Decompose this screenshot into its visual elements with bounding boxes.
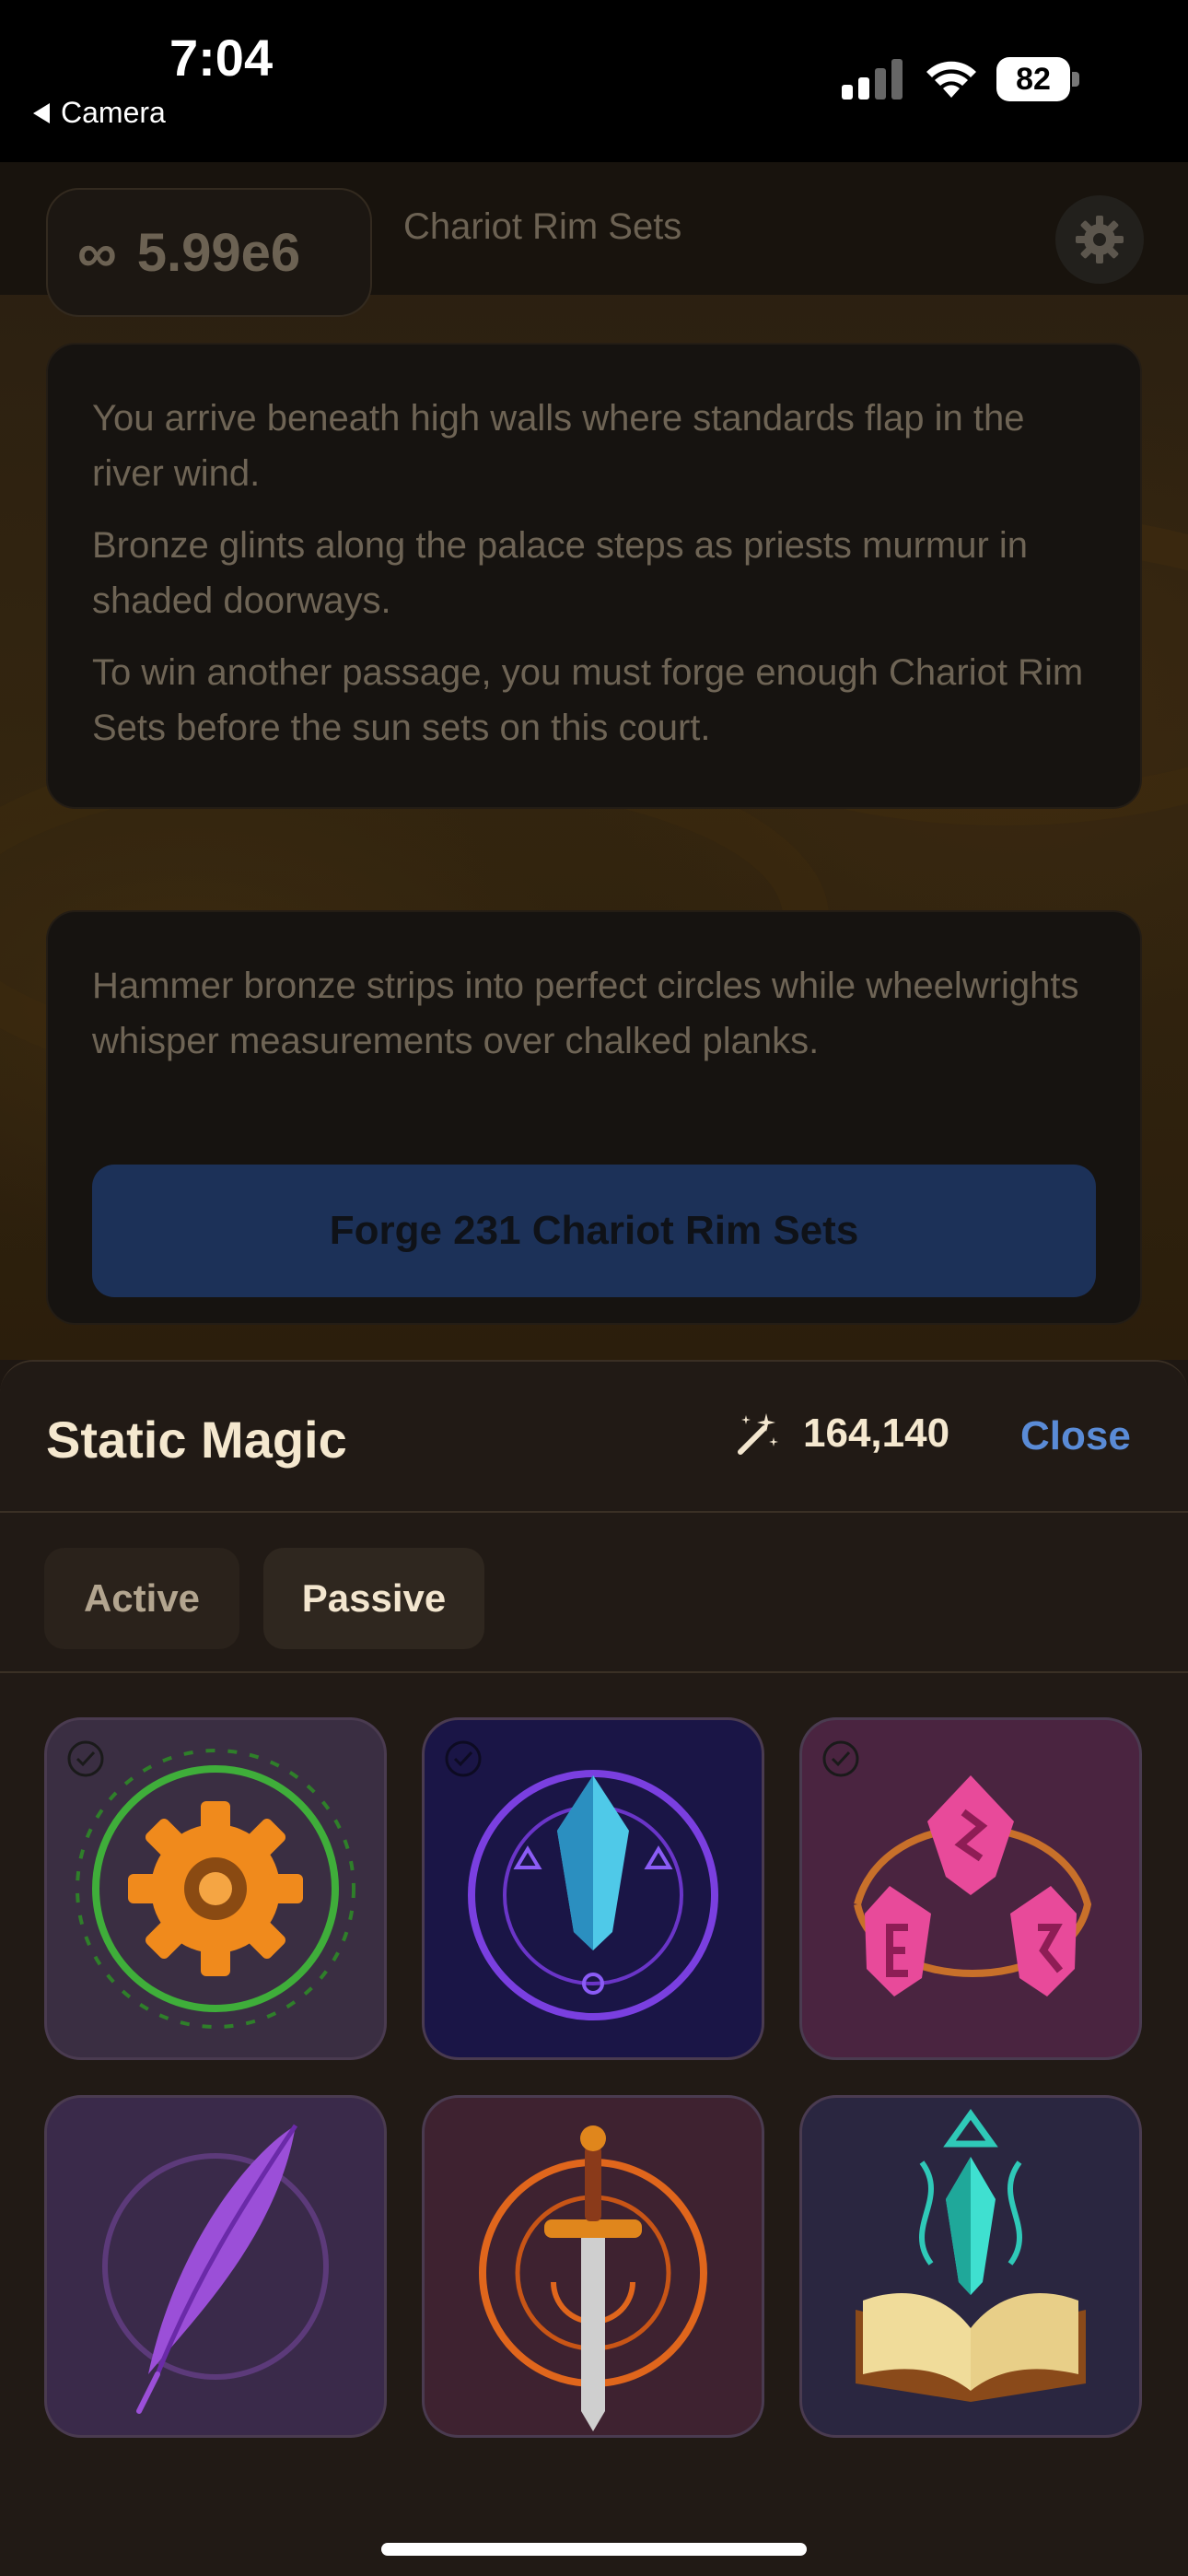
close-button[interactable]: Close [1020,1413,1131,1459]
spell-card-pink-runestones[interactable] [799,1717,1142,2060]
cellular-signal-icon [842,59,903,100]
story-paragraph: To win another passage, you must forge e… [92,652,1084,748]
spell-card-gear-rune[interactable] [44,1717,387,2060]
sheet-title: Static Magic [46,1411,347,1469]
divider [0,1511,1188,1513]
tab-active[interactable]: Active [44,1548,239,1649]
infinity-icon: ∞ [77,221,117,284]
purple-quill-icon [102,2124,329,2414]
check-circle-icon [67,1740,104,1777]
back-label: Camera [61,96,166,129]
resource-name: Chariot Rim Sets [403,206,682,247]
back-to-camera-button[interactable]: Camera [33,96,166,130]
status-time: 7:04 [169,29,274,87]
crystal-spellbook-icon [856,2109,1086,2402]
status-bar: 7:04 Camera 82 [0,0,1188,162]
forge-button[interactable]: Forge 231 Chariot Rim Sets [92,1165,1096,1297]
game-background: ∞ 5.99e6 Chariot Rim Sets You arrive ben… [0,162,1188,1360]
spell-card-crystal-sigil[interactable] [422,1717,764,2060]
home-indicator[interactable] [381,2543,807,2556]
resource-count: 5.99e6 [136,222,301,283]
divider [0,1671,1188,1673]
wifi-icon [926,61,976,98]
battery-percent: 82 [1016,62,1051,97]
tab-passive[interactable]: Passive [263,1548,484,1649]
fire-sword-icon [479,2125,707,2431]
forge-panel: Hammer bronze strips into perfect circle… [46,910,1142,1325]
back-arrow-icon [33,102,50,123]
magic-wand-icon [738,1413,778,1455]
mana-value: 164,140 [803,1411,950,1456]
forge-description: Hammer bronze strips into perfect circle… [92,966,1079,1061]
check-circle-icon [445,1740,482,1777]
check-circle-icon [822,1740,859,1777]
resource-counter: ∞ 5.99e6 [46,188,372,317]
spell-card-crystal-spellbook[interactable] [799,2095,1142,2438]
battery-icon: 82 [996,57,1079,101]
story-paragraph: Bronze glints along the palace steps as … [92,525,1029,621]
mana-balance: 164,140 [733,1410,949,1458]
gear-icon [1076,216,1124,263]
static-magic-sheet: Static Magic 164,140 Close Active Passiv… [0,1360,1188,2576]
spell-card-fire-sword[interactable] [422,2095,764,2438]
settings-button[interactable] [1055,195,1144,284]
spell-card-purple-quill[interactable] [44,2095,387,2438]
story-panel: You arrive beneath high walls where stan… [46,343,1142,809]
story-paragraph: You arrive beneath high walls where stan… [92,398,1025,494]
